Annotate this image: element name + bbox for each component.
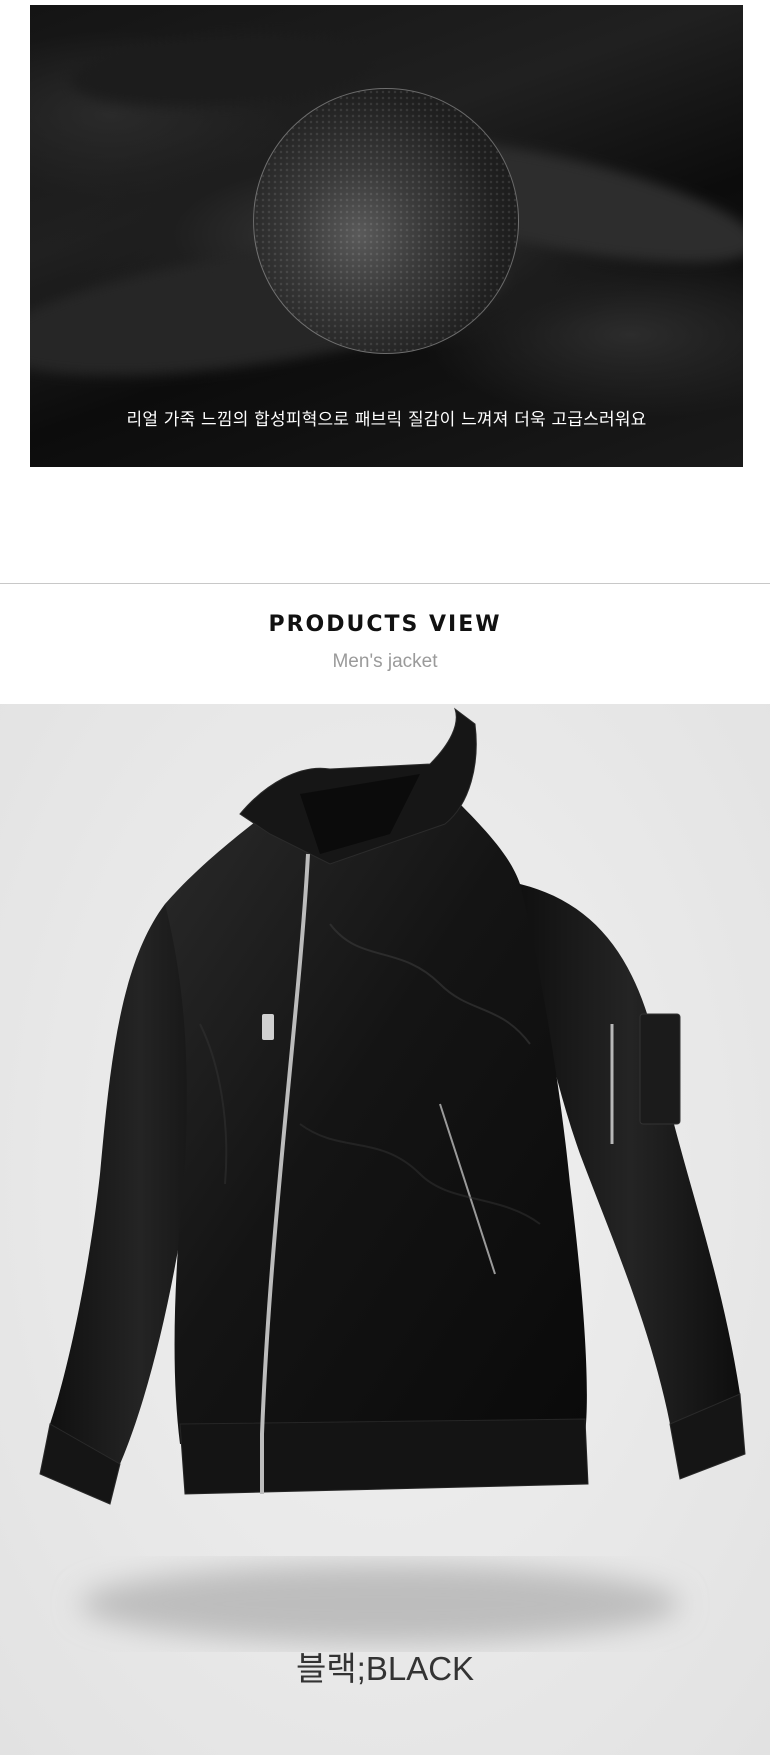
jacket-shadow bbox=[80, 1564, 680, 1644]
section-divider bbox=[0, 583, 770, 584]
hero-caption: 리얼 가죽 느낌의 합성피혁으로 패브릭 질감이 느껴져 더욱 고급스러워요 bbox=[126, 410, 647, 430]
color-label: 블랙;BLACK bbox=[295, 1650, 475, 1687]
sleeve-pocket bbox=[639, 1013, 681, 1125]
texture-magnifier-circle bbox=[253, 88, 519, 354]
jacket-illustration bbox=[39, 707, 746, 1644]
products-view-title: PRODUCTS VIEW bbox=[268, 612, 502, 637]
zipper-pull bbox=[262, 1014, 274, 1040]
leather-closeup-image: 리얼 가죽 느낌의 합성피혁으로 패브릭 질감이 느껴져 더욱 고급스러워요 bbox=[30, 5, 743, 467]
jacket-product-photo: 블랙;BLACK bbox=[0, 704, 770, 1755]
products-view-subtitle: Men's jacket bbox=[332, 651, 438, 672]
jacket-hem bbox=[179, 1418, 589, 1495]
